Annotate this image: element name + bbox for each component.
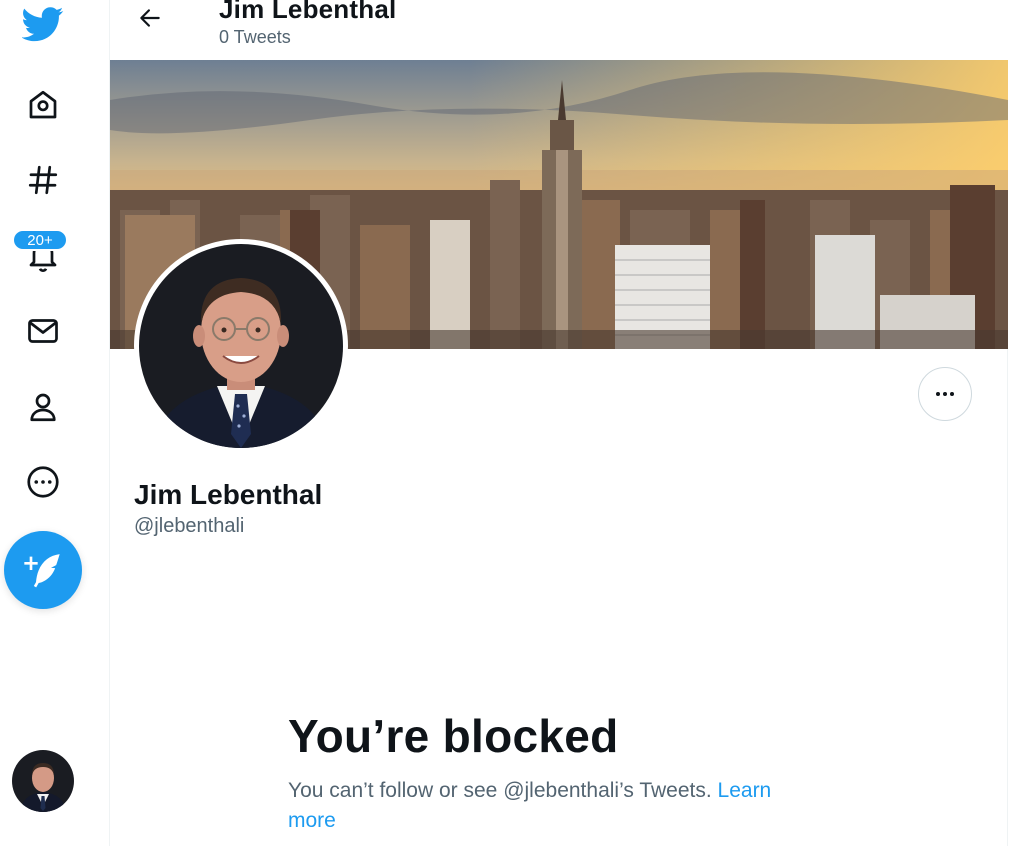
notifications-badge: 20+ [12, 229, 68, 251]
left-navigation: 20+ [0, 0, 110, 846]
profile-display-name: Jim Lebenthal [134, 479, 323, 510]
profile-person-icon[interactable] [19, 383, 67, 431]
arrow-left-icon [140, 9, 160, 27]
profile-more-button[interactable] [918, 367, 972, 421]
profile-column: Jim Lebenthal 0 Tweets Jim Lebenthal @jl… [110, 0, 1008, 846]
profile-header-bar: Jim Lebenthal 0 Tweets [110, 0, 1008, 60]
right-gutter [1008, 0, 1026, 846]
messages-envelope-icon[interactable] [19, 307, 67, 355]
account-avatar[interactable] [12, 750, 74, 812]
profile-photo[interactable] [134, 239, 348, 453]
twitter-logo-icon[interactable] [19, 0, 67, 48]
ellipsis-icon [936, 392, 954, 396]
home-icon[interactable] [19, 81, 67, 129]
blocked-heading: You’re blocked [288, 710, 619, 762]
learn-more-link-line2: more [288, 809, 336, 832]
learn-more-link-line1: Learn [717, 779, 772, 802]
explore-hashtag-icon[interactable] [19, 156, 67, 204]
tweet-count: 0 Tweets [219, 27, 291, 47]
blocked-message-text: You can’t follow or see @jlebenthali’s T… [288, 779, 712, 802]
more-circle-icon[interactable] [19, 458, 67, 506]
header-title: Jim Lebenthal [219, 0, 397, 24]
profile-handle: @jlebenthali [134, 515, 245, 537]
feather-plus-icon [24, 554, 60, 588]
blocked-message: You can’t follow or see @jlebenthali’s T… [288, 776, 848, 836]
compose-tweet-button[interactable] [4, 531, 82, 609]
back-button[interactable] [132, 0, 168, 36]
